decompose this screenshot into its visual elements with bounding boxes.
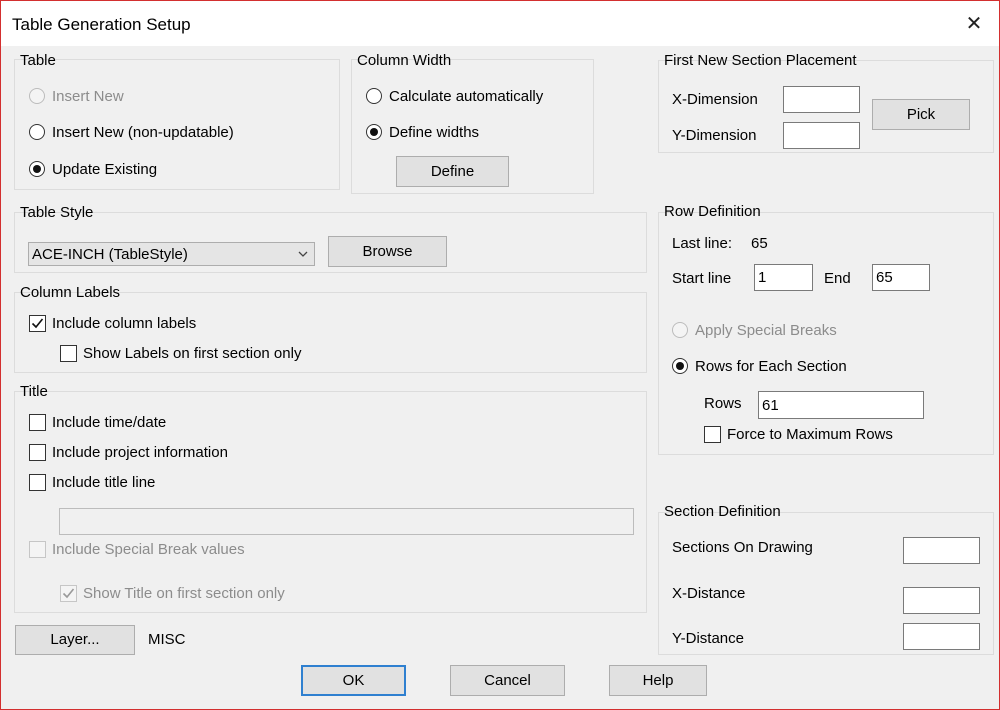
title-first-section-checkbox[interactable]	[60, 585, 77, 602]
include-column-labels-checkbox[interactable]	[29, 315, 46, 332]
radio-rows-each-section-label: Rows for Each Section	[695, 358, 847, 375]
cancel-button[interactable]: Cancel	[450, 665, 565, 696]
section-definition-label: Section Definition	[664, 503, 781, 520]
include-column-labels-label: Include column labels	[52, 315, 197, 332]
y-distance-input[interactable]	[903, 623, 980, 650]
radio-insert-new[interactable]	[29, 88, 45, 104]
x-distance-label: X-Distance	[672, 585, 746, 602]
radio-calc-auto[interactable]	[366, 88, 382, 104]
include-project-info-checkbox[interactable]	[29, 444, 46, 461]
y-dimension-label: Y-Dimension	[672, 127, 757, 144]
layer-value: MISC	[148, 631, 186, 648]
y-dimension-input[interactable]	[783, 122, 860, 149]
radio-define-widths[interactable]	[366, 124, 382, 140]
include-special-break-checkbox[interactable]	[29, 541, 46, 558]
radio-define-widths-label: Define widths	[389, 124, 480, 141]
radio-update-existing-label: Update Existing	[52, 161, 158, 178]
layer-button[interactable]: Layer...	[15, 625, 135, 655]
force-max-rows-checkbox[interactable]	[704, 426, 721, 443]
start-line-label: Start line	[672, 270, 732, 287]
last-line-label: Last line:	[672, 235, 733, 252]
labels-first-section-checkbox[interactable]	[60, 345, 77, 362]
x-dimension-input[interactable]	[783, 86, 860, 113]
ok-button[interactable]: OK	[301, 665, 406, 696]
table-style-label: Table Style	[20, 204, 94, 221]
include-project-info-label: Include project information	[52, 444, 228, 461]
help-button[interactable]: Help	[609, 665, 707, 696]
include-time-date-checkbox[interactable]	[29, 414, 46, 431]
dialog-title: Table Generation Setup	[12, 15, 191, 34]
radio-calc-auto-label: Calculate automatically	[389, 88, 544, 105]
chevron-down-icon	[297, 247, 309, 264]
browse-button[interactable]: Browse	[328, 236, 447, 267]
checkmark-icon	[31, 318, 44, 329]
table-group-label: Table	[20, 52, 56, 69]
sections-on-drawing-label: Sections On Drawing	[672, 539, 813, 556]
placement-label: First New Section Placement	[664, 52, 857, 69]
column-width-label: Column Width	[357, 52, 452, 69]
start-line-input[interactable]	[754, 264, 813, 291]
pick-button[interactable]: Pick	[872, 99, 970, 130]
end-line-label: End	[824, 270, 851, 287]
sections-on-drawing-input[interactable]	[903, 537, 980, 564]
table-style-select[interactable]: ACE-INCH (TableStyle)	[28, 242, 315, 266]
radio-insert-new-label: Insert New	[52, 88, 124, 105]
title-group-label: Title	[20, 383, 48, 400]
checkmark-icon	[62, 588, 75, 599]
radio-apply-special-breaks[interactable]	[672, 322, 688, 338]
dialog-window: Table Generation Setup ✕ Table Insert Ne…	[0, 0, 1000, 710]
radio-rows-each-section[interactable]	[672, 358, 688, 374]
end-line-input[interactable]	[872, 264, 930, 291]
include-title-line-label: Include title line	[52, 474, 156, 491]
close-icon[interactable]: ✕	[959, 9, 989, 39]
title-first-section-label: Show Title on first section only	[83, 585, 285, 602]
last-line-value: 65	[751, 235, 768, 252]
include-title-line-checkbox[interactable]	[29, 474, 46, 491]
row-definition-label: Row Definition	[664, 203, 761, 220]
y-distance-label: Y-Distance	[672, 630, 744, 647]
force-max-rows-label: Force to Maximum Rows	[727, 426, 893, 443]
radio-update-existing[interactable]	[29, 161, 45, 177]
include-special-break-label: Include Special Break values	[52, 541, 245, 558]
include-time-date-label: Include time/date	[52, 414, 167, 431]
x-dimension-label: X-Dimension	[672, 91, 758, 108]
x-distance-input[interactable]	[903, 587, 980, 614]
radio-apply-special-breaks-label: Apply Special Breaks	[695, 322, 837, 339]
define-button[interactable]: Define	[396, 156, 509, 187]
column-labels-label: Column Labels	[20, 284, 121, 301]
table-style-value: ACE-INCH (TableStyle)	[32, 246, 188, 263]
labels-first-section-label: Show Labels on first section only	[83, 345, 302, 362]
rows-label: Rows	[704, 395, 742, 412]
title-line-input[interactable]	[59, 508, 634, 535]
radio-insert-new-nonupdatable-label: Insert New (non-updatable)	[52, 124, 234, 141]
radio-insert-new-nonupdatable[interactable]	[29, 124, 45, 140]
title-bar: Table Generation Setup ✕	[1, 1, 999, 46]
rows-input[interactable]	[758, 391, 924, 419]
